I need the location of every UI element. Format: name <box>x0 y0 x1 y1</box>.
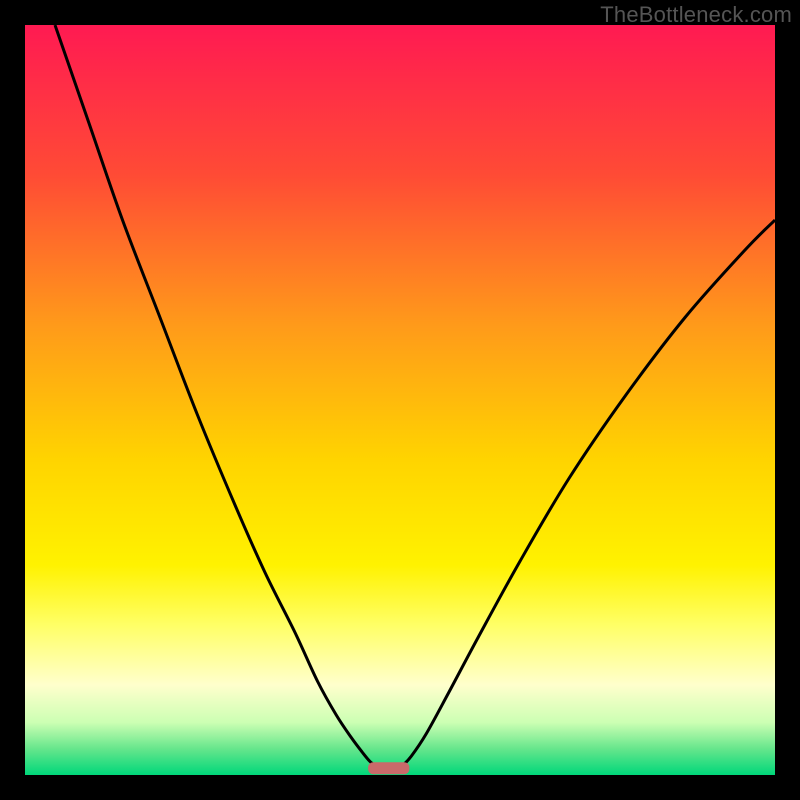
gradient-background <box>25 25 775 775</box>
chart-svg <box>25 25 775 775</box>
minimum-marker <box>368 762 409 774</box>
plot-area <box>25 25 775 775</box>
chart-frame: TheBottleneck.com <box>0 0 800 800</box>
